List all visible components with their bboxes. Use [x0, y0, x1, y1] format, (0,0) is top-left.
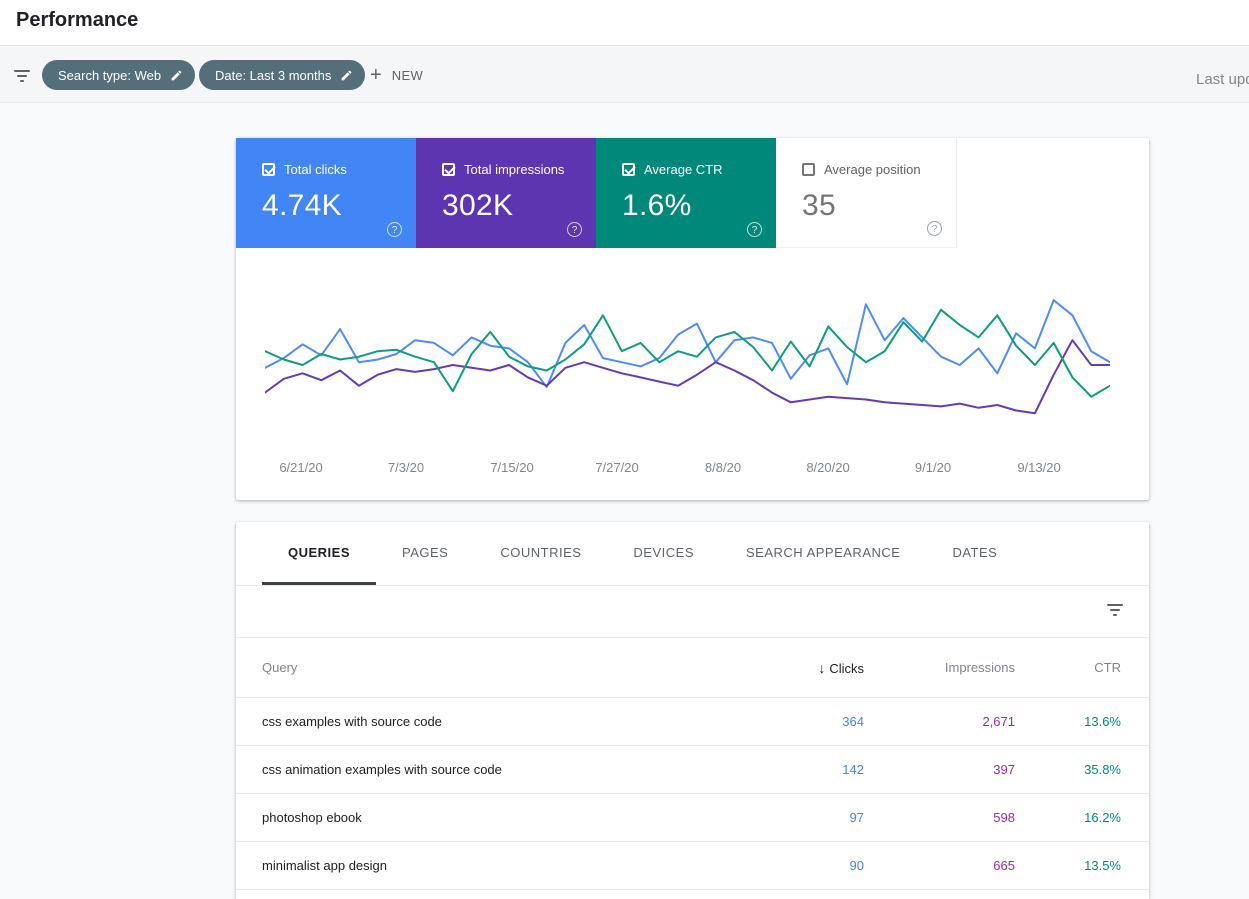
help-icon[interactable]: ?: [567, 222, 582, 237]
average-ctr-value: 1.6%: [622, 189, 692, 222]
average-position-checkbox[interactable]: [802, 163, 815, 176]
total-impressions-tile[interactable]: Total impressions 302K ?: [416, 138, 596, 248]
x-axis-tick: 6/21/20: [279, 460, 323, 475]
search-type-chip[interactable]: Search type: Web: [42, 60, 196, 90]
total-clicks-value: 4.74K: [262, 189, 342, 222]
average-position-tile[interactable]: Average position 35 ?: [776, 138, 957, 248]
dimension-tabs: QUERIES PAGES COUNTRIES DEVICES SEARCH A…: [236, 522, 1149, 586]
ctr-cell: 13.5%: [1084, 858, 1121, 873]
chart-x-axis: 6/21/20 7/3/20 7/15/20 7/27/20 8/8/20 8/…: [236, 460, 1149, 480]
plus-icon: +: [370, 64, 382, 86]
table-row[interactable]: css examples with source code 364 2,671 …: [236, 698, 1149, 746]
table-header-row: Query ↓ Clicks Impressions CTR: [236, 638, 1149, 698]
x-axis-tick: 8/20/20: [806, 460, 850, 475]
table-toolbar: [236, 586, 1149, 638]
filter-icon[interactable]: [14, 70, 30, 82]
impressions-cell: 665: [993, 858, 1015, 873]
total-clicks-checkbox[interactable]: [262, 163, 275, 176]
average-position-label: Average position: [824, 162, 921, 177]
average-ctr-tile[interactable]: Average CTR 1.6% ?: [596, 138, 776, 248]
total-clicks-tile[interactable]: Total clicks 4.74K ?: [236, 138, 416, 248]
table-row[interactable]: minimalist app design 90 665 13.5%: [236, 842, 1149, 890]
column-header-query[interactable]: Query: [262, 660, 297, 675]
clicks-cell: 97: [849, 810, 864, 825]
tab-queries[interactable]: QUERIES: [262, 522, 377, 585]
date-range-chip[interactable]: Date: Last 3 months: [199, 60, 366, 90]
query-cell: photoshop ebook: [262, 810, 362, 825]
new-filter-button[interactable]: + NEW: [370, 60, 423, 90]
total-impressions-checkbox[interactable]: [442, 163, 455, 176]
sort-desc-icon: ↓: [818, 660, 826, 676]
last-updated-text: Last upd: [1196, 71, 1249, 88]
x-axis-tick: 7/15/20: [490, 460, 534, 475]
app-header: Performance: [0, 0, 1249, 46]
x-axis-tick: 7/27/20: [595, 460, 639, 475]
query-cell: minimalist app design: [262, 858, 388, 873]
table-filter-icon[interactable]: [1107, 604, 1123, 616]
ctr-cell: 16.2%: [1084, 810, 1121, 825]
help-icon[interactable]: ?: [927, 221, 942, 236]
total-clicks-label: Total clicks: [284, 162, 347, 177]
tab-search-appearance[interactable]: SEARCH APPEARANCE: [720, 522, 926, 585]
impressions-cell: 397: [993, 762, 1015, 777]
dimensions-table-card: QUERIES PAGES COUNTRIES DEVICES SEARCH A…: [236, 522, 1149, 899]
clicks-cell: 142: [842, 762, 864, 777]
performance-summary-card: Total clicks 4.74K ? Total impressions 3…: [236, 138, 1149, 500]
tab-pages[interactable]: PAGES: [376, 522, 474, 585]
performance-chart: [265, 299, 1110, 415]
column-header-clicks-label: Clicks: [829, 660, 864, 676]
average-ctr-checkbox[interactable]: [622, 163, 635, 176]
average-ctr-label: Average CTR: [644, 162, 723, 177]
column-header-ctr[interactable]: CTR: [1094, 660, 1121, 675]
column-header-impressions[interactable]: Impressions: [945, 660, 1015, 675]
query-cell: css examples with source code: [262, 714, 442, 729]
query-cell: css animation examples with source code: [262, 762, 502, 777]
edit-pencil-icon: [171, 70, 182, 80]
clicks-cell: 364: [842, 714, 864, 729]
x-axis-tick: 8/8/20: [704, 460, 742, 475]
tab-dates[interactable]: DATES: [926, 522, 1023, 585]
total-impressions-label: Total impressions: [464, 162, 565, 177]
help-icon[interactable]: ?: [747, 222, 762, 237]
new-filter-label: NEW: [391, 67, 424, 83]
x-axis-tick: 9/13/20: [1017, 460, 1061, 475]
date-range-chip-label: Date: Last 3 months: [215, 67, 332, 83]
table-row[interactable]: photoshop ebook 97 598 16.2%: [236, 794, 1149, 842]
total-impressions-value: 302K: [442, 189, 514, 222]
tab-devices[interactable]: DEVICES: [607, 522, 720, 585]
x-axis-tick: 9/1/20: [914, 460, 952, 475]
search-type-chip-label: Search type: Web: [58, 67, 162, 83]
ctr-cell: 13.6%: [1084, 714, 1121, 729]
ctr-cell: 35.8%: [1084, 762, 1121, 777]
impressions-cell: 598: [993, 810, 1015, 825]
average-position-value: 35: [802, 189, 836, 222]
tab-countries[interactable]: COUNTRIES: [474, 522, 607, 585]
clicks-cell: 90: [849, 858, 864, 873]
edit-pencil-icon: [341, 70, 352, 80]
help-icon[interactable]: ?: [387, 222, 402, 237]
filter-bar: Search type: Web Date: Last 3 months + N…: [0, 47, 1249, 103]
column-header-clicks[interactable]: ↓ Clicks: [818, 660, 864, 676]
x-axis-tick: 7/3/20: [387, 460, 425, 475]
table-row[interactable]: css animation examples with source code …: [236, 746, 1149, 794]
page-title: Performance: [16, 9, 139, 31]
impressions-cell: 2,671: [982, 714, 1015, 729]
